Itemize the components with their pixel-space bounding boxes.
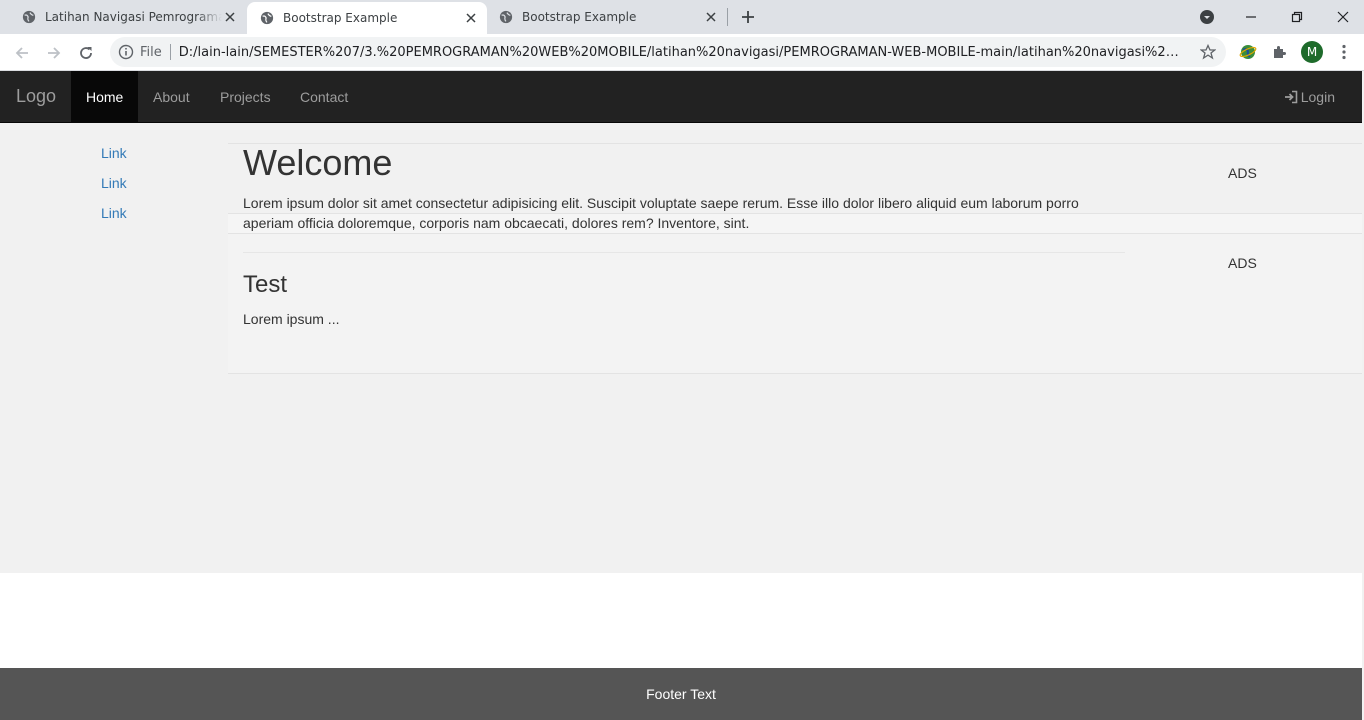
ads-label-2: ADS <box>1228 255 1257 271</box>
minimize-button[interactable] <box>1239 5 1263 29</box>
sidenav-link-1[interactable]: Link <box>101 145 127 161</box>
login-link[interactable]: Login <box>1284 71 1335 122</box>
divider <box>243 252 1125 253</box>
sidenav-link-2[interactable]: Link <box>101 175 127 191</box>
page-viewport: Logo Home About Projects Contact Login L… <box>0 71 1362 720</box>
browser-menu-button[interactable] <box>1334 42 1354 62</box>
footer-text: Footer Text <box>646 686 716 702</box>
back-button[interactable] <box>10 41 34 65</box>
site-navbar: Logo Home About Projects Contact Login <box>0 71 1362 123</box>
plus-icon <box>742 11 754 23</box>
address-divider <box>169 44 171 60</box>
ads-well-2 <box>228 234 1362 373</box>
close-tab-icon[interactable] <box>703 9 719 25</box>
ads-label-1: ADS <box>1228 165 1257 181</box>
close-window-button[interactable] <box>1331 5 1355 29</box>
log-in-icon <box>1284 90 1298 103</box>
nav-projects[interactable]: Projects <box>205 71 286 122</box>
nav-contact[interactable]: Contact <box>285 71 363 122</box>
reload-button[interactable] <box>74 41 98 65</box>
tab-title: Latihan Navigasi Pemrograman Web Mobile <box>45 10 222 24</box>
extensions-button[interactable] <box>1270 42 1290 62</box>
info-icon[interactable] <box>118 44 134 60</box>
main-content: Link Link Link Welcome Lorem ipsum dolor… <box>0 123 1362 573</box>
tab-search-button[interactable] <box>1195 5 1219 29</box>
arrow-right-icon <box>48 47 61 59</box>
close-tab-icon[interactable] <box>463 10 479 26</box>
sidenav-link-3[interactable]: Link <box>101 205 127 221</box>
site-footer: Footer Text <box>0 668 1362 720</box>
browser-toolbar: File D:/lain-lain/SEMESTER%207/3.%20PEMR… <box>0 34 1364 71</box>
reload-icon <box>80 47 92 59</box>
nav-about[interactable]: About <box>138 71 205 122</box>
well-border <box>228 143 1362 144</box>
close-icon <box>1337 11 1349 23</box>
section-title: Test <box>243 271 288 298</box>
more-vert-icon <box>1342 44 1346 60</box>
tab-title: Bootstrap Example <box>283 11 398 25</box>
address-bar[interactable]: File D:/lain-lain/SEMESTER%207/3.%20PEMR… <box>110 37 1226 67</box>
browser-tab-strip: Latihan Navigasi Pemrograman Web Mobile … <box>0 0 1364 34</box>
restore-icon <box>1291 11 1303 23</box>
tab-title: Bootstrap Example <box>522 10 637 24</box>
globe-icon <box>22 10 36 24</box>
new-tab-button[interactable] <box>738 7 758 27</box>
page-title: Welcome <box>243 142 393 183</box>
section-text: Lorem ipsum ... <box>243 311 340 327</box>
well-border <box>228 373 1362 374</box>
chevron-down-circle-icon <box>1200 10 1214 24</box>
address-url[interactable]: D:/lain-lain/SEMESTER%207/3.%20PEMROGRAM… <box>179 45 1179 60</box>
puzzle-icon <box>1274 46 1286 58</box>
extension-globe-icon <box>1239 45 1257 59</box>
profile-avatar[interactable]: M <box>1301 41 1323 63</box>
globe-icon <box>499 10 513 24</box>
intro-paragraph: Lorem ipsum dolor sit amet consectetur a… <box>243 195 1079 231</box>
browser-tab-2[interactable]: Bootstrap Example <box>247 2 487 34</box>
close-tab-icon[interactable] <box>222 9 238 25</box>
nav-home[interactable]: Home <box>71 71 138 122</box>
forward-button[interactable] <box>42 41 66 65</box>
login-label: Login <box>1300 88 1335 105</box>
restore-button[interactable] <box>1285 5 1309 29</box>
minimize-icon <box>1246 16 1256 18</box>
file-scheme-label: File <box>140 44 162 60</box>
extension-globe-button[interactable] <box>1238 42 1258 62</box>
arrow-left-icon <box>15 47 28 59</box>
globe-icon <box>260 11 274 25</box>
browser-tab-3[interactable]: Bootstrap Example <box>487 0 727 34</box>
browser-tab-1[interactable]: Latihan Navigasi Pemrograman Web Mobile <box>0 0 246 34</box>
navbar-brand[interactable]: Logo <box>16 86 56 107</box>
tab-separator <box>727 8 728 26</box>
bookmark-star-icon[interactable] <box>1200 44 1216 60</box>
